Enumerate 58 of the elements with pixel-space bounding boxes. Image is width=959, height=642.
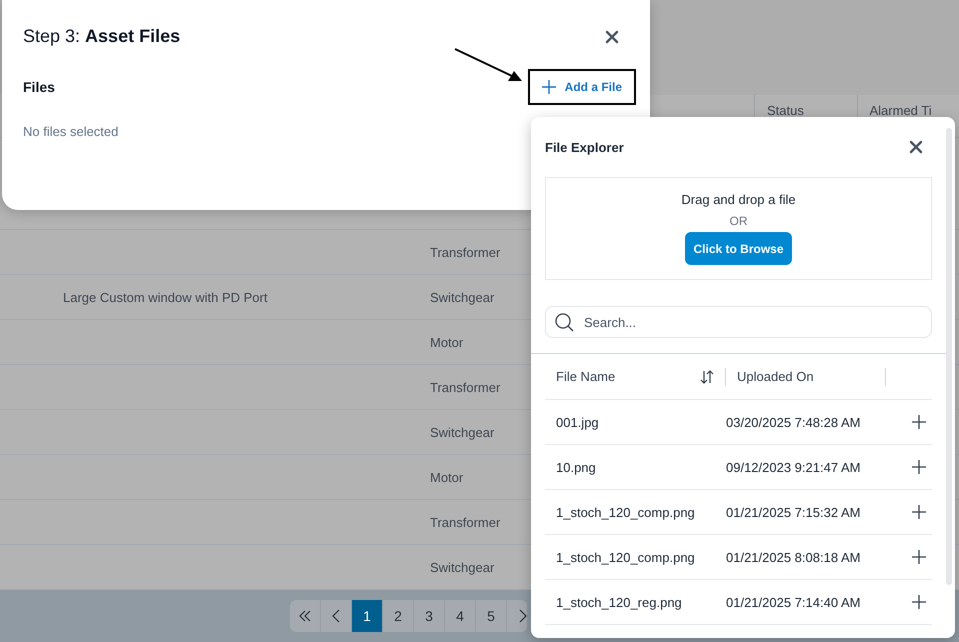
file-name: 1_stoch_120_comp.png: [556, 550, 696, 564]
column-header[interactable]: File Name: [556, 369, 616, 384]
plus-icon: [912, 550, 926, 564]
search-field[interactable]: Search...: [545, 306, 932, 338]
double-chevron-left-icon: [298, 610, 312, 622]
chevron-right-icon: [519, 609, 527, 623]
plus-icon: [912, 595, 926, 609]
table-cell: Motor: [430, 334, 464, 350]
page-button[interactable]: 4: [445, 600, 476, 632]
upload-date: 03/20/2025 7:48:28 AM: [726, 414, 862, 430]
upload-date: 01/21/2025 8:08:18 AM: [726, 550, 862, 564]
section-heading: Files: [23, 79, 55, 95]
plus-icon: [912, 460, 926, 474]
drop-instruction: Drag and drop a file: [681, 192, 796, 207]
add-button[interactable]: [912, 595, 926, 609]
chevron-left-icon: [332, 609, 340, 623]
table-cell: Large Custom window with PD Port: [63, 290, 268, 304]
page-button[interactable]: 2: [383, 600, 414, 632]
add-button[interactable]: [912, 460, 926, 474]
page-button[interactable]: 3: [414, 600, 445, 632]
table-cell: Switchgear: [430, 290, 494, 304]
table-cell: Transformer: [430, 380, 500, 394]
column-header[interactable]: Uploaded On: [737, 369, 814, 384]
add-file-button[interactable]: Add a File: [528, 69, 636, 105]
file-name: 1_stoch_120_reg.png: [556, 594, 683, 610]
close-icon[interactable]: [605, 30, 619, 44]
page-button[interactable]: 5: [476, 600, 507, 632]
table-cell: Switchgear: [430, 560, 494, 574]
file-name: 001.jpg: [556, 414, 600, 430]
plus-icon: [912, 415, 926, 429]
upload-date: 01/21/2025 7:15:32 AM: [726, 504, 862, 520]
add-button[interactable]: [912, 415, 926, 429]
search-icon: [555, 312, 574, 332]
plus-icon: [542, 80, 556, 94]
table-cell: Switchgear: [430, 424, 494, 440]
drop-zone[interactable]: Drag and drop a file OR Click to Browse: [545, 177, 932, 280]
plus-icon: [912, 505, 926, 519]
close-icon[interactable]: [909, 140, 923, 154]
browse-button[interactable]: Click to Browse: [685, 232, 792, 265]
empty-message: No files selected: [23, 124, 120, 139]
column-header: Status: [767, 103, 804, 118]
sort-icon[interactable]: [700, 370, 714, 384]
column-header: Alarmed Ti: [870, 103, 932, 118]
annotation-arrow: [454, 48, 522, 81]
table-cell: Motor: [430, 470, 464, 484]
separator-text: OR: [730, 214, 748, 228]
table-cell: Transformer: [430, 514, 500, 530]
file-name: 1_stoch_120_comp.png: [556, 504, 696, 520]
table-cell: Transformer: [430, 244, 500, 260]
page-button[interactable]: 1: [352, 600, 383, 632]
add-button[interactable]: [912, 505, 926, 519]
dialog-title: Step 3: Asset Files: [23, 26, 180, 47]
upload-date: 09/12/2023 9:21:47 AM: [726, 460, 862, 474]
add-button[interactable]: [912, 550, 926, 564]
scrollbar[interactable]: [946, 128, 952, 585]
upload-date: 01/21/2025 7:14:40 AM: [726, 594, 862, 610]
panel-title: File Explorer: [545, 140, 624, 154]
file-name: 10.png: [556, 460, 597, 474]
